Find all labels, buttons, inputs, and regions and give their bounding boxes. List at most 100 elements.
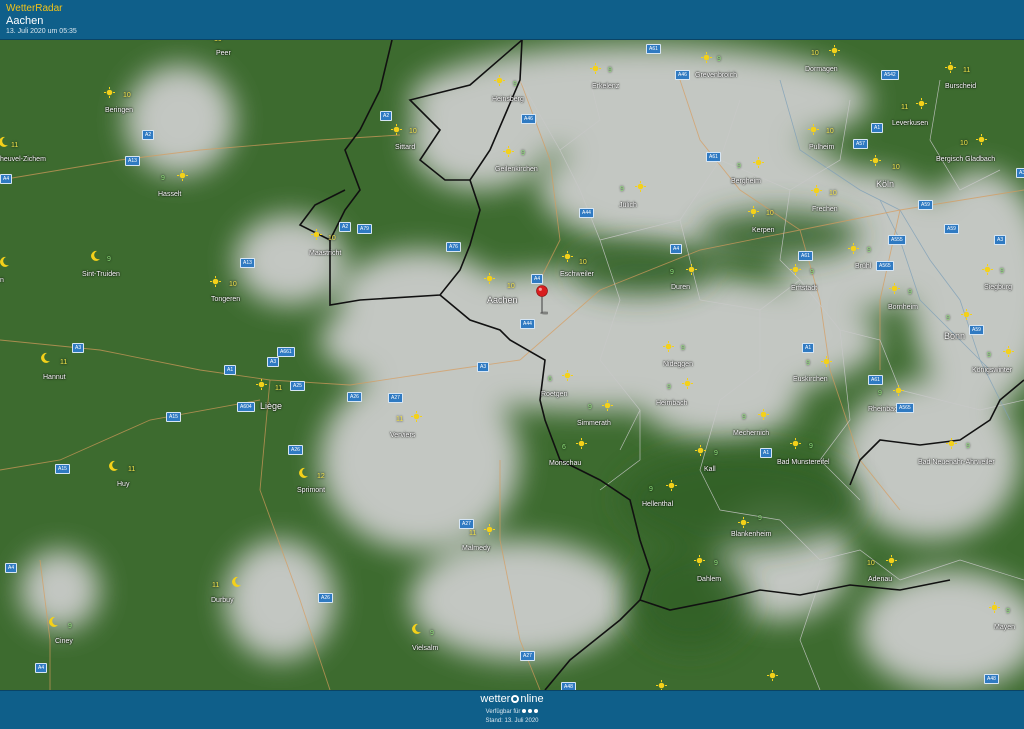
city-label: Malmedy [462,545,491,552]
city-label: Sprimont [297,487,326,494]
temperature: 9 [714,560,718,567]
sun-icon [767,670,778,681]
city-label: Kerpen [752,227,775,234]
sun-icon [663,341,674,352]
city-label: Erkelenz [592,83,620,90]
road-sign: A48 [984,674,999,684]
moon-icon [299,467,308,478]
city-label: Bad Munstereifel [777,459,830,466]
road-sign: A27 [459,519,474,529]
temperature: 10 [123,92,131,99]
city-label: Aachen [487,295,518,305]
road-sign: A542 [881,70,899,80]
temperature: 11 [396,416,404,423]
sun-icon [790,438,801,449]
platform-dot-icon [528,709,533,714]
sun-icon [1003,346,1014,357]
road-sign: A44 [579,208,594,218]
road-sign: A2 [380,111,393,121]
temperature: 9 [810,269,814,276]
city-label: Dahlem [697,576,722,583]
temperature: 9 [68,623,72,630]
moon-icon [41,352,50,363]
temperature: 9 [649,486,653,493]
sun-icon [886,555,897,566]
radar-map[interactable]: Aachen 10 Eschweiler 10 Duren 9 Köln 10 … [0,40,1024,690]
road-sign: A3 [267,357,280,367]
temperature: 9 [681,345,685,352]
temperature: 9 [737,163,741,170]
moon-icon [109,460,118,471]
sun-icon [694,555,705,566]
temperature: 9 [966,443,970,450]
temperature: 9 [717,56,721,63]
road-sign: A59 [944,224,959,234]
temperature: 11 [469,530,477,537]
sun-icon [982,264,993,275]
road-sign: A46 [521,114,536,124]
temperature: 11 [901,104,909,111]
city-label: Bergheim [731,178,761,185]
sun-icon [695,445,706,456]
sun-icon [104,87,115,98]
city-label: Hannut [43,374,66,381]
road-sign: A61 [706,152,721,162]
city-label: Blankenheim [731,531,772,538]
road-sign: A2 [339,222,352,232]
city-label: Nideggen [663,361,693,368]
temperature: 10 [826,128,834,135]
city-label: Sittard [395,144,416,151]
footer-bar: wetter nline Verfügbar für Stand: 13. Jul… [0,690,1024,729]
city-label: Peer [216,50,231,57]
location-pin-icon[interactable] [536,285,548,315]
city-label: Bornheim [888,304,918,311]
city-label: Leverkusen [892,120,929,127]
temperature: 6 [548,376,552,383]
city-label: heuvel-Zichem [0,156,46,163]
stand-text: Stand: 13. Juli 2020 [485,718,539,724]
city-label: Kall [704,466,716,473]
sun-icon [311,229,322,240]
temperature: 10 [867,560,875,567]
sun-icon [989,602,1000,613]
sun-icon [177,170,188,181]
sun-icon [758,409,769,420]
sun-icon [961,309,972,320]
road-sign: A661 [277,347,295,357]
temperature: 9 [430,630,434,637]
temperature: 9 [521,150,525,157]
road-sign: A26 [318,593,333,603]
road-sign: A59 [969,325,984,335]
temperature: 10 [766,210,774,217]
sun-icon [893,385,904,396]
sun-icon [576,438,587,449]
road-sign: A565 [876,261,894,271]
city-label: Adenau [868,576,893,583]
city-label: Burscheid [945,83,977,90]
sun-icon [682,378,693,389]
sun-icon [256,379,267,390]
road-sign: A15 [55,464,70,474]
sun-icon [808,124,819,135]
temperature: 10 [409,128,417,135]
temperature: 10 [579,259,587,266]
city-label: Bonn [944,331,966,341]
city-label: Pulheim [809,144,835,151]
moon-icon [91,250,100,261]
road-sign: A13 [240,258,255,268]
sun-icon [870,155,881,166]
sun-icon [686,264,697,275]
city-label: Heimbach [656,400,688,407]
temperature: 9 [1006,608,1010,615]
temperature: 11 [60,359,68,366]
road-sign: A4 [35,663,48,673]
sun-icon [976,134,987,145]
temperature: 9 [806,360,810,367]
city-label: Bergisch Gladbach [936,156,996,163]
platform-dot-icon [534,709,539,714]
road-sign: A13 [125,156,140,166]
city-label: Bad Neuenahr-Ahrweiler [918,459,995,466]
sun-icon [829,45,840,56]
road-sign: A26 [288,445,303,455]
sun-icon [562,370,573,381]
